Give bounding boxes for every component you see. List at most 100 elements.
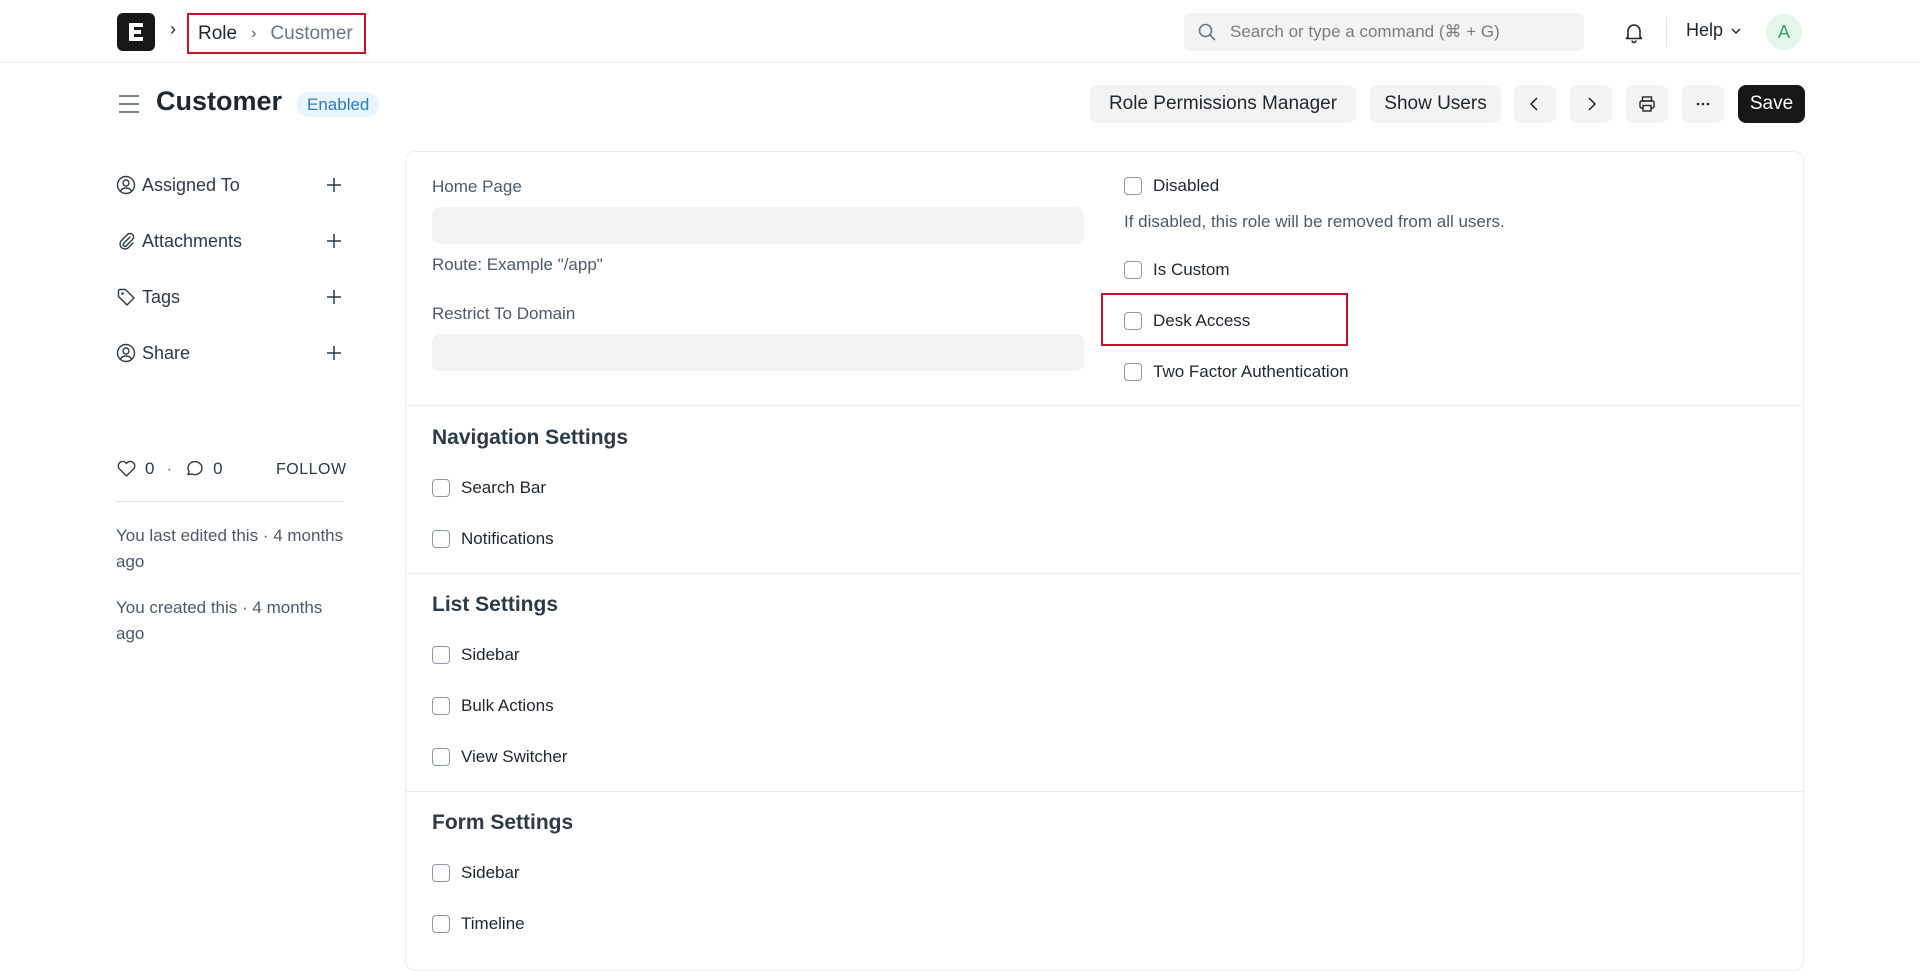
previous-record-button[interactable] — [1514, 85, 1556, 123]
checkbox-label: Two Factor Authentication — [1153, 362, 1349, 381]
follow-button[interactable]: FOLLOW — [276, 461, 347, 479]
breadcrumb: Role › Customer — [187, 13, 366, 54]
sidebar-divider — [116, 501, 344, 502]
search-bar-checkbox[interactable]: Search Bar — [432, 478, 546, 498]
chevron-left-icon — [1529, 97, 1538, 111]
breadcrumb-role-link[interactable]: Role — [198, 23, 237, 45]
add-tag-plus-icon[interactable] — [324, 287, 344, 307]
home-page-label: Home Page — [432, 177, 522, 196]
checkbox-box[interactable] — [1124, 261, 1142, 279]
assign-icon — [116, 175, 136, 195]
notification-bell-icon[interactable] — [1622, 20, 1646, 44]
timeline-checkbox[interactable]: Timeline — [432, 914, 525, 934]
checkbox-box[interactable] — [432, 697, 450, 715]
help-label: Help — [1686, 20, 1724, 40]
checkbox-label: Timeline — [461, 914, 525, 933]
next-record-button[interactable] — [1570, 85, 1612, 123]
paperclip-icon — [119, 232, 135, 250]
share-icon — [116, 343, 136, 363]
checkbox-box[interactable] — [1124, 312, 1142, 330]
sidebar-item-tags: Tags — [116, 282, 344, 312]
page-title: Customer — [156, 86, 283, 116]
restrict-domain-label: Restrict To Domain — [432, 304, 576, 323]
checkbox-box[interactable] — [432, 748, 450, 766]
navbar-divider — [1666, 17, 1667, 47]
section-divider — [406, 573, 1803, 574]
restrict-domain-input[interactable] — [432, 334, 1084, 371]
list-sidebar-checkbox[interactable]: Sidebar — [432, 645, 520, 665]
show-users-button[interactable]: Show Users — [1370, 85, 1501, 123]
checkbox-label: Sidebar — [461, 645, 520, 664]
last-edited-note: You last edited this · 4 months ago — [116, 526, 344, 571]
add-assignment-plus-icon[interactable] — [324, 175, 344, 195]
disabled-checkbox[interactable]: Disabled — [1124, 176, 1219, 196]
bulk-actions-checkbox[interactable]: Bulk Actions — [432, 696, 554, 716]
checkbox-label: Is Custom — [1153, 260, 1230, 279]
route-help-text: Route: Example "/app" — [432, 255, 603, 274]
chevron-right-icon: › — [251, 24, 257, 42]
checkbox-label: Desk Access — [1153, 311, 1251, 330]
two-factor-checkbox[interactable]: Two Factor Authentication — [1124, 362, 1349, 382]
status-badge: Enabled — [297, 92, 380, 117]
checkbox-box[interactable] — [432, 646, 450, 664]
engagement-counts: 0 · 0 — [116, 458, 223, 479]
navigation-settings-title: Navigation Settings — [432, 426, 629, 449]
app-logo[interactable] — [117, 13, 155, 51]
list-settings-title: List Settings — [432, 593, 559, 616]
checkbox-label: Search Bar — [461, 478, 547, 497]
checkbox-label: Sidebar — [461, 863, 520, 882]
tag-icon — [117, 288, 135, 306]
form-sidebar-checkbox[interactable]: Sidebar — [432, 863, 520, 883]
sidebar-toggle-icon[interactable] — [117, 93, 141, 115]
add-attachment-plus-icon[interactable] — [324, 231, 344, 251]
heart-icon[interactable] — [116, 458, 137, 479]
checkbox-box[interactable] — [432, 530, 450, 548]
form-settings-title: Form Settings — [432, 811, 574, 834]
checkbox-box[interactable] — [432, 479, 450, 497]
separator-dot: · — [166, 458, 173, 478]
form-card — [405, 151, 1804, 971]
checkbox-label: View Switcher — [461, 747, 568, 766]
home-page-input[interactable] — [432, 207, 1084, 244]
sidebar-item-label: Attachments — [142, 230, 243, 251]
disabled-help-text: If disabled, this role will be removed f… — [1124, 212, 1505, 231]
section-divider — [406, 405, 1803, 406]
sidebar-item-attachments: Attachments — [116, 226, 344, 256]
help-dropdown[interactable]: Help — [1686, 20, 1743, 41]
checkbox-box[interactable] — [1124, 177, 1142, 195]
comments-count: 0 — [213, 458, 223, 478]
notifications-checkbox[interactable]: Notifications — [432, 529, 554, 549]
printer-icon — [1639, 96, 1655, 112]
checkbox-box[interactable] — [1124, 363, 1142, 381]
view-switcher-checkbox[interactable]: View Switcher — [432, 747, 567, 767]
search-icon — [1198, 23, 1216, 41]
chevron-right-icon — [1588, 97, 1597, 111]
checkbox-box[interactable] — [432, 915, 450, 933]
sidebar-item-share: Share — [116, 338, 344, 368]
search-bar[interactable] — [1184, 13, 1584, 51]
more-actions-button[interactable] — [1682, 85, 1724, 123]
sidebar-item-assigned-to: Assigned To — [116, 170, 344, 200]
user-avatar[interactable]: A — [1766, 14, 1802, 50]
sidebar-item-label: Assigned To — [142, 174, 240, 195]
chevron-down-icon — [1731, 27, 1741, 34]
save-button[interactable]: Save — [1738, 85, 1805, 123]
likes-count: 0 — [145, 458, 155, 478]
checkbox-label: Disabled — [1153, 176, 1220, 195]
search-input[interactable] — [1230, 22, 1560, 42]
is-custom-checkbox[interactable]: Is Custom — [1124, 260, 1230, 280]
desk-access-checkbox[interactable]: Desk Access — [1124, 311, 1250, 331]
checkbox-box[interactable] — [432, 864, 450, 882]
ellipsis-icon — [1696, 102, 1710, 106]
role-permissions-manager-button[interactable]: Role Permissions Manager — [1090, 85, 1356, 123]
breadcrumb-current[interactable]: Customer — [270, 23, 352, 45]
top-navbar: › Role › Customer Help A — [0, 0, 1920, 63]
print-button[interactable] — [1626, 85, 1668, 123]
add-share-plus-icon[interactable] — [324, 343, 344, 363]
sidebar-item-label: Share — [142, 342, 191, 363]
sidebar-item-label: Tags — [142, 286, 181, 307]
section-divider — [406, 791, 1803, 792]
checkbox-label: Notifications — [461, 529, 554, 548]
comment-icon[interactable] — [184, 458, 205, 479]
created-note: You created this · 4 months ago — [116, 598, 323, 643]
